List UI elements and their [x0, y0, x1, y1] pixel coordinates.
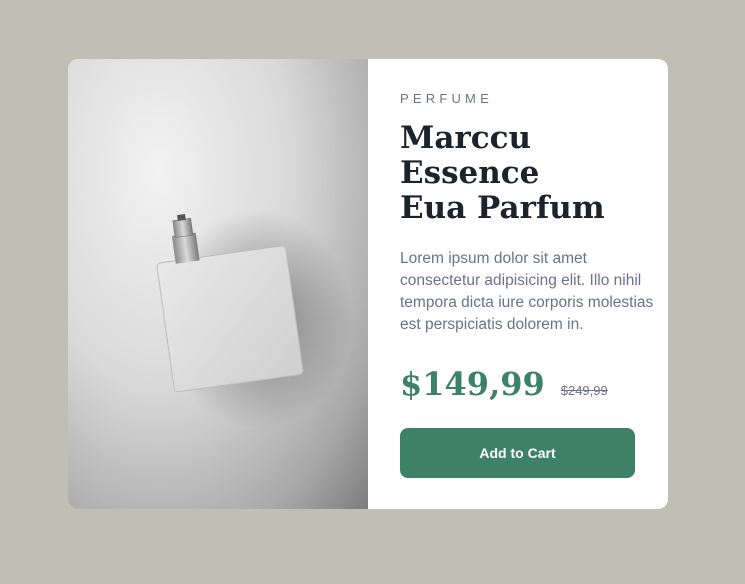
add-to-cart-label: Add to Cart [479, 445, 556, 461]
product-title-line: Eua Parfum [400, 190, 605, 226]
product-title: Marccu Essence Eua Parfum [400, 121, 650, 226]
product-card: PERFUME Marccu Essence Eua Parfum Lorem … [68, 59, 668, 509]
add-to-cart-button[interactable]: Add to Cart [400, 428, 635, 478]
product-title-line: Marccu [400, 120, 532, 156]
original-price: $249,99 [560, 383, 608, 398]
price-row: $149,99 $249,99 [400, 365, 608, 403]
perfume-bottle-illustration [156, 209, 353, 429]
product-category: PERFUME [400, 91, 493, 106]
product-info: PERFUME Marccu Essence Eua Parfum Lorem … [368, 59, 668, 509]
product-image [68, 59, 368, 509]
product-description: Lorem ipsum dolor sit amet consectetur a… [400, 250, 654, 333]
current-price: $149,99 [400, 365, 545, 403]
product-title-line: Essence [400, 155, 540, 191]
